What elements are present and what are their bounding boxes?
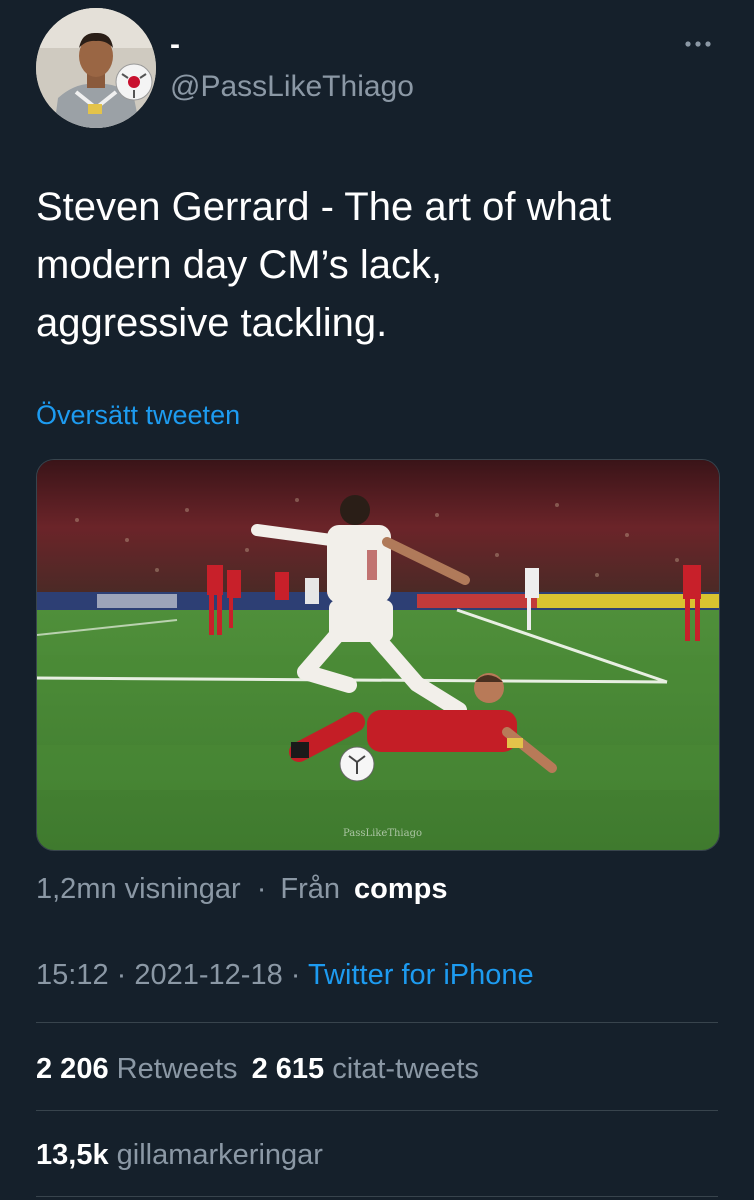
translate-tweet-link[interactable]: Översätt tweeten: [36, 400, 240, 431]
tweet-time[interactable]: 15:12: [36, 959, 109, 991]
retweets-stat[interactable]: 2 206 Retweets: [36, 1053, 238, 1085]
divider: [36, 1022, 718, 1023]
retweets-label: Retweets: [116, 1053, 238, 1085]
meta-separator-1: ·: [116, 959, 127, 991]
source-link[interactable]: comps: [354, 873, 447, 905]
view-count: 1,2mn visningar: [36, 873, 241, 905]
quotes-stat[interactable]: 2 615 citat-tweets: [252, 1053, 479, 1085]
meta-separator-2: ·: [290, 959, 301, 991]
likes-label: gillamarkeringar: [116, 1139, 323, 1171]
media-watermark: PassLikeThiago: [343, 828, 423, 839]
avatar-image: [36, 8, 156, 128]
views-row: 1,2mn visningar · Från comps: [36, 870, 448, 908]
views-separator: ·: [256, 873, 267, 905]
author-display-name[interactable]: -: [170, 28, 180, 62]
avatar[interactable]: [36, 8, 156, 128]
tweet-media[interactable]: PassLikeThiago: [36, 459, 720, 851]
divider: [36, 1110, 718, 1111]
tweet-date[interactable]: 2021-12-18: [134, 959, 282, 991]
likes-stat[interactable]: 13,5k gillamarkeringar: [36, 1139, 323, 1171]
source-prefix: Från: [280, 873, 341, 905]
tweet-text: Steven Gerrard - The art of what modern …: [36, 185, 612, 345]
more-dots-icon[interactable]: [680, 32, 716, 56]
quotes-label: citat-tweets: [332, 1053, 479, 1085]
client-link[interactable]: Twitter for iPhone: [308, 959, 534, 991]
divider: [36, 1196, 718, 1197]
retweets-count: 2 206: [36, 1053, 109, 1085]
likes-stats-row: 13,5k gillamarkeringar: [36, 1136, 323, 1174]
tweet-meta: 15:12 · 2021-12-18 · Twitter for iPhone: [36, 956, 534, 994]
football-tackle-image: [37, 460, 719, 850]
author-handle[interactable]: @PassLikeThiago: [170, 70, 414, 104]
retweet-stats-row: 2 206 Retweets 2 615 citat-tweets: [36, 1050, 479, 1088]
likes-count: 13,5k: [36, 1139, 109, 1171]
quotes-count: 2 615: [251, 1053, 325, 1085]
